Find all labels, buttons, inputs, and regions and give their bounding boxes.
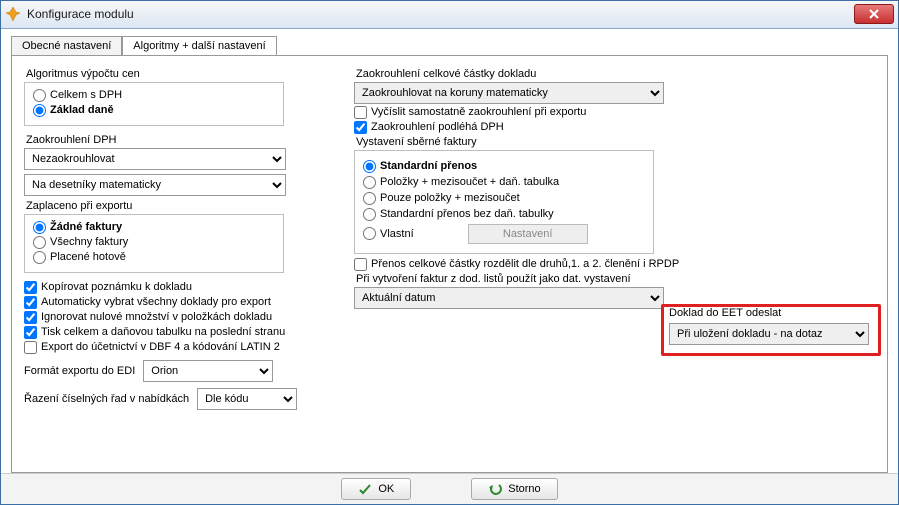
- undo-icon: [488, 482, 502, 496]
- window-title: Konfigurace modulu: [27, 7, 854, 21]
- zaokr-cast-select[interactable]: Zaokrouhlovat na koruny matematicky: [354, 82, 664, 104]
- tab-general[interactable]: Obecné nastavení: [11, 36, 122, 56]
- tab-pane: Algoritmus výpočtu cen Celkem s DPH Zákl…: [11, 55, 888, 473]
- app-icon: [5, 6, 21, 22]
- right-column: Zaokrouhlení celkové částky dokladu Zaok…: [354, 66, 894, 410]
- zaokr-cast-label: Zaokrouhlení celkové částky dokladu: [356, 68, 894, 80]
- radio-polozky[interactable]: Pouze položky + mezisoučet: [363, 192, 645, 205]
- check-icon: [358, 482, 372, 496]
- zaokr-dph-label: Zaokrouhlení DPH: [26, 134, 334, 146]
- zaplaceno-group: Žádné faktury Všechny faktury Placené ho…: [24, 214, 284, 273]
- footer: OK Storno: [1, 473, 898, 504]
- chk-kopirovat[interactable]: Kopírovat poznámku k dokladu: [24, 281, 334, 294]
- radio-placene-hotove[interactable]: Placené hotově: [33, 251, 275, 264]
- alg-label: Algoritmus výpočtu cen: [26, 68, 334, 80]
- radio-vlastni[interactable]: Vlastní Nastavení: [363, 224, 645, 244]
- chk-autovybrat[interactable]: Automaticky vybrat všechny doklady pro e…: [24, 296, 334, 309]
- eet-block: Doklad do EET odeslat Při uložení doklad…: [669, 307, 874, 345]
- ok-button[interactable]: OK: [341, 478, 411, 500]
- tab-algorithms[interactable]: Algoritmy + další nastavení: [122, 36, 276, 56]
- zaokr-dph-1[interactable]: Nezaokrouhlovat: [24, 148, 286, 170]
- sberne-group: Standardní přenos Položky + mezisoučet +…: [354, 150, 654, 254]
- eet-label: Doklad do EET odeslat: [669, 307, 874, 319]
- chk-export-latin2[interactable]: Export do účetnictví v DBF 4 a kódování …: [24, 341, 334, 354]
- radio-standard-bez[interactable]: Standardní přenos bez daň. tabulky: [363, 208, 645, 221]
- radio-standard[interactable]: Standardní přenos: [363, 160, 645, 173]
- config-window: Konfigurace modulu Obecné nastavení Algo…: [0, 0, 899, 505]
- radio-vsechny-faktury[interactable]: Všechny faktury: [33, 236, 275, 249]
- chk-podleha[interactable]: Zaokrouhlení podléhá DPH: [354, 121, 894, 134]
- nastaveni-button: Nastavení: [468, 224, 588, 244]
- radio-polozky-tab[interactable]: Položky + mezisoučet + daň. tabulka: [363, 176, 645, 189]
- zaplaceno-label: Zaplaceno při exportu: [26, 200, 334, 212]
- chk-prenos[interactable]: Přenos celkové částky rozdělit dle druhů…: [354, 258, 894, 271]
- chk-ignorovat[interactable]: Ignorovat nulové množství v položkách do…: [24, 311, 334, 324]
- body: Obecné nastavení Algoritmy + další nasta…: [1, 29, 898, 473]
- tabs: Obecné nastavení Algoritmy + další nasta…: [11, 35, 888, 55]
- storno-button[interactable]: Storno: [471, 478, 557, 500]
- radio-zadne-faktury[interactable]: Žádné faktury: [33, 221, 275, 234]
- eet-select[interactable]: Při uložení dokladu - na dotaz: [669, 323, 869, 345]
- vytvoreni-select[interactable]: Aktuální datum: [354, 287, 664, 309]
- vytvoreni-label: Při vytvoření faktur z dod. listů použít…: [356, 273, 894, 285]
- radio-zaklad-dane[interactable]: Základ daně: [33, 104, 275, 117]
- close-button[interactable]: [854, 4, 894, 24]
- edi-select[interactable]: Orion: [143, 360, 273, 382]
- alg-group: Celkem s DPH Základ daně: [24, 82, 284, 126]
- razeni-select[interactable]: Dle kódu: [197, 388, 297, 410]
- razeni-label: Řazení číselných řad v nabídkách: [24, 393, 189, 405]
- radio-celkem-dph[interactable]: Celkem s DPH: [33, 89, 275, 102]
- edi-label: Formát exportu do EDI: [24, 365, 135, 377]
- sberne-label: Vystavení sběrné faktury: [356, 136, 894, 148]
- titlebar: Konfigurace modulu: [1, 1, 898, 29]
- zaokr-dph-2[interactable]: Na desetníky matematicky: [24, 174, 286, 196]
- chk-tisk[interactable]: Tisk celkem a daňovou tabulku na posledn…: [24, 326, 334, 339]
- chk-vycislit[interactable]: Vyčíslit samostatně zaokrouhlení při exp…: [354, 106, 894, 119]
- left-column: Algoritmus výpočtu cen Celkem s DPH Zákl…: [24, 66, 334, 410]
